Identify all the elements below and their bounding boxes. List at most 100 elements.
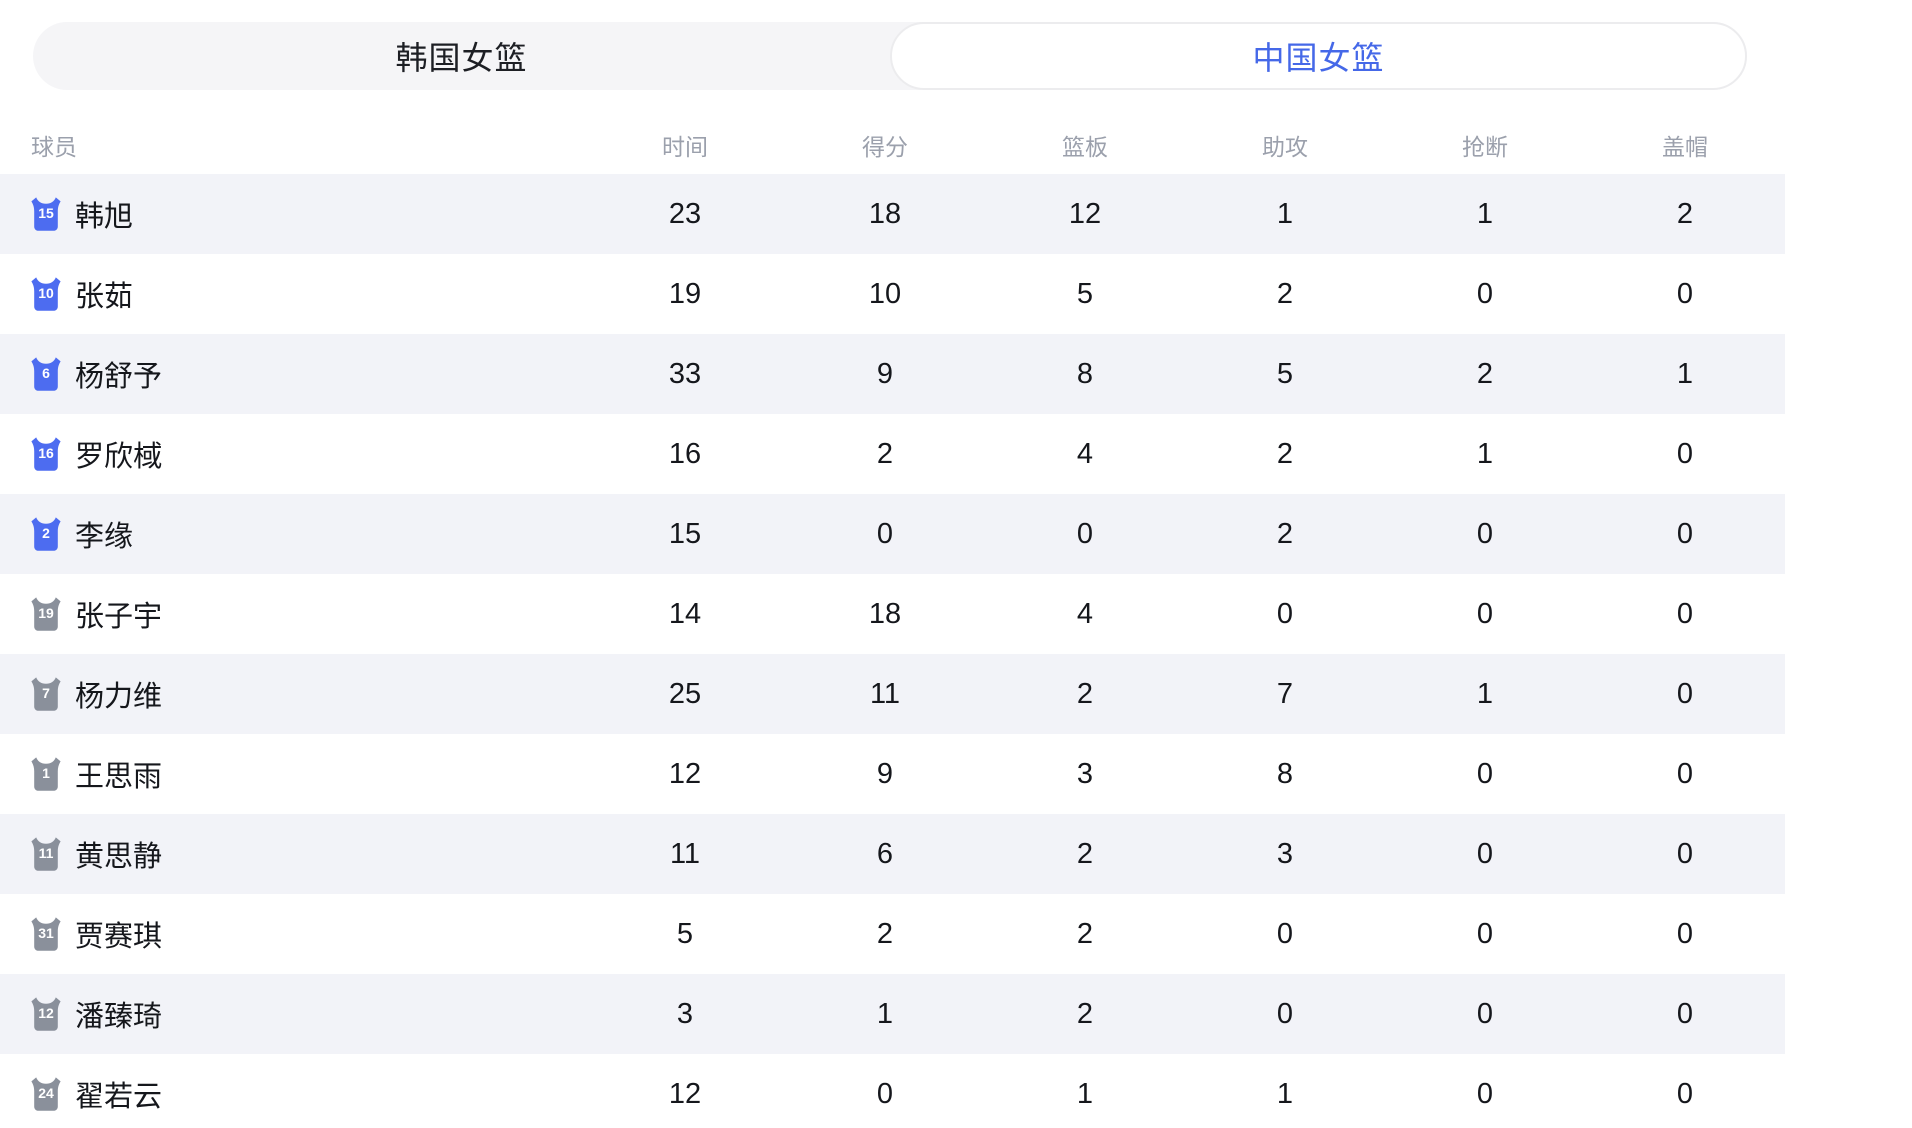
jersey-number: 11	[31, 845, 61, 862]
tab-korea-label: 韩国女篮	[395, 33, 527, 79]
table-row: 6 杨舒予 3398521	[0, 334, 1785, 414]
stat-rebounds: 0	[985, 518, 1185, 551]
tab-korea-women[interactable]: 韩国女篮	[33, 22, 890, 90]
stat-steals: 0	[1385, 918, 1585, 951]
player-cell: 15 韩旭	[31, 193, 133, 235]
stat-blocks: 0	[1585, 278, 1785, 311]
stat-rebounds: 2	[985, 918, 1185, 951]
stat-blocks: 2	[1585, 198, 1785, 231]
jersey-icon: 7	[31, 677, 61, 711]
jersey-number: 15	[31, 205, 61, 222]
stat-minutes: 19	[585, 278, 785, 311]
stat-assists: 0	[1185, 918, 1385, 951]
jersey-icon: 1	[31, 757, 61, 791]
stat-rebounds: 3	[985, 758, 1185, 791]
player-name: 王思雨	[75, 753, 162, 795]
stat-minutes: 14	[585, 598, 785, 631]
stat-points: 6	[785, 838, 985, 871]
stat-assists: 8	[1185, 758, 1385, 791]
stat-steals: 0	[1385, 598, 1585, 631]
jersey-icon: 24	[31, 1077, 61, 1111]
stat-steals: 2	[1385, 358, 1585, 391]
stat-minutes: 12	[585, 1078, 785, 1111]
stat-minutes: 11	[585, 838, 785, 871]
table-row: 15 韩旭 231812112	[0, 174, 1785, 254]
player-cell: 1 王思雨	[31, 753, 162, 795]
table-row: 1 王思雨 1293800	[0, 734, 1785, 814]
stat-assists: 2	[1185, 518, 1385, 551]
table-row: 24 翟若云 1201100	[0, 1054, 1785, 1128]
stat-assists: 0	[1185, 998, 1385, 1031]
jersey-number: 12	[31, 1005, 61, 1022]
player-name: 翟若云	[75, 1073, 162, 1115]
table-row: 7 杨力维 25112710	[0, 654, 1785, 734]
jersey-number: 7	[31, 685, 61, 702]
stat-rebounds: 8	[985, 358, 1185, 391]
stat-blocks: 0	[1585, 918, 1785, 951]
team-tabbar: 韩国女篮 中国女篮	[33, 22, 1747, 90]
player-name: 李缘	[75, 513, 133, 555]
player-name: 贾赛琪	[75, 913, 162, 955]
stat-minutes: 15	[585, 518, 785, 551]
stat-assists: 1	[1185, 1078, 1385, 1111]
player-name: 罗欣棫	[75, 433, 162, 475]
stat-points: 0	[785, 1078, 985, 1111]
stat-steals: 1	[1385, 198, 1585, 231]
stat-blocks: 0	[1585, 678, 1785, 711]
player-name: 杨力维	[75, 673, 162, 715]
stat-minutes: 3	[585, 998, 785, 1031]
stat-rebounds: 5	[985, 278, 1185, 311]
stat-points: 10	[785, 278, 985, 311]
stat-blocks: 0	[1585, 838, 1785, 871]
jersey-icon: 10	[31, 277, 61, 311]
table-body: 15 韩旭 231812112 10 张茹 19105200	[0, 174, 1785, 1128]
stat-minutes: 5	[585, 918, 785, 951]
player-cell: 16 罗欣棫	[31, 433, 162, 475]
jersey-number: 16	[31, 445, 61, 462]
table-row: 19 张子宇 14184000	[0, 574, 1785, 654]
jersey-number: 24	[31, 1085, 61, 1102]
stat-minutes: 23	[585, 198, 785, 231]
table-row: 16 罗欣棫 1624210	[0, 414, 1785, 494]
jersey-icon: 15	[31, 197, 61, 231]
jersey-icon: 6	[31, 357, 61, 391]
stat-assists: 2	[1185, 278, 1385, 311]
stat-assists: 7	[1185, 678, 1385, 711]
stat-points: 0	[785, 518, 985, 551]
player-name: 杨舒予	[75, 353, 162, 395]
header-player: 球员	[0, 128, 585, 162]
stat-blocks: 0	[1585, 1078, 1785, 1111]
stat-points: 1	[785, 998, 985, 1031]
table-row: 2 李缘 1500200	[0, 494, 1785, 574]
stat-rebounds: 1	[985, 1078, 1185, 1111]
player-name: 潘臻琦	[75, 993, 162, 1035]
stat-steals: 0	[1385, 758, 1585, 791]
player-cell: 11 黄思静	[31, 833, 162, 875]
header-steals: 抢断	[1385, 128, 1585, 162]
jersey-number: 19	[31, 605, 61, 622]
header-minutes: 时间	[585, 128, 785, 162]
table-row: 12 潘臻琦 312000	[0, 974, 1785, 1054]
stat-blocks: 0	[1585, 758, 1785, 791]
stat-points: 18	[785, 198, 985, 231]
stat-minutes: 33	[585, 358, 785, 391]
player-name: 张茹	[75, 273, 133, 315]
tab-china-label: 中国女篮	[1252, 33, 1384, 79]
stat-blocks: 0	[1585, 438, 1785, 471]
jersey-number: 6	[31, 365, 61, 382]
stat-rebounds: 2	[985, 838, 1185, 871]
player-cell: 10 张茹	[31, 273, 133, 315]
table-row: 10 张茹 19105200	[0, 254, 1785, 334]
jersey-number: 2	[31, 525, 61, 542]
stat-points: 2	[785, 438, 985, 471]
header-points: 得分	[785, 128, 985, 162]
player-name: 黄思静	[75, 833, 162, 875]
stat-blocks: 0	[1585, 518, 1785, 551]
jersey-icon: 31	[31, 917, 61, 951]
jersey-number: 31	[31, 925, 61, 942]
tab-china-women[interactable]: 中国女篮	[890, 22, 1747, 90]
stat-rebounds: 2	[985, 678, 1185, 711]
stat-rebounds: 12	[985, 198, 1185, 231]
stat-assists: 1	[1185, 198, 1385, 231]
stat-rebounds: 2	[985, 998, 1185, 1031]
